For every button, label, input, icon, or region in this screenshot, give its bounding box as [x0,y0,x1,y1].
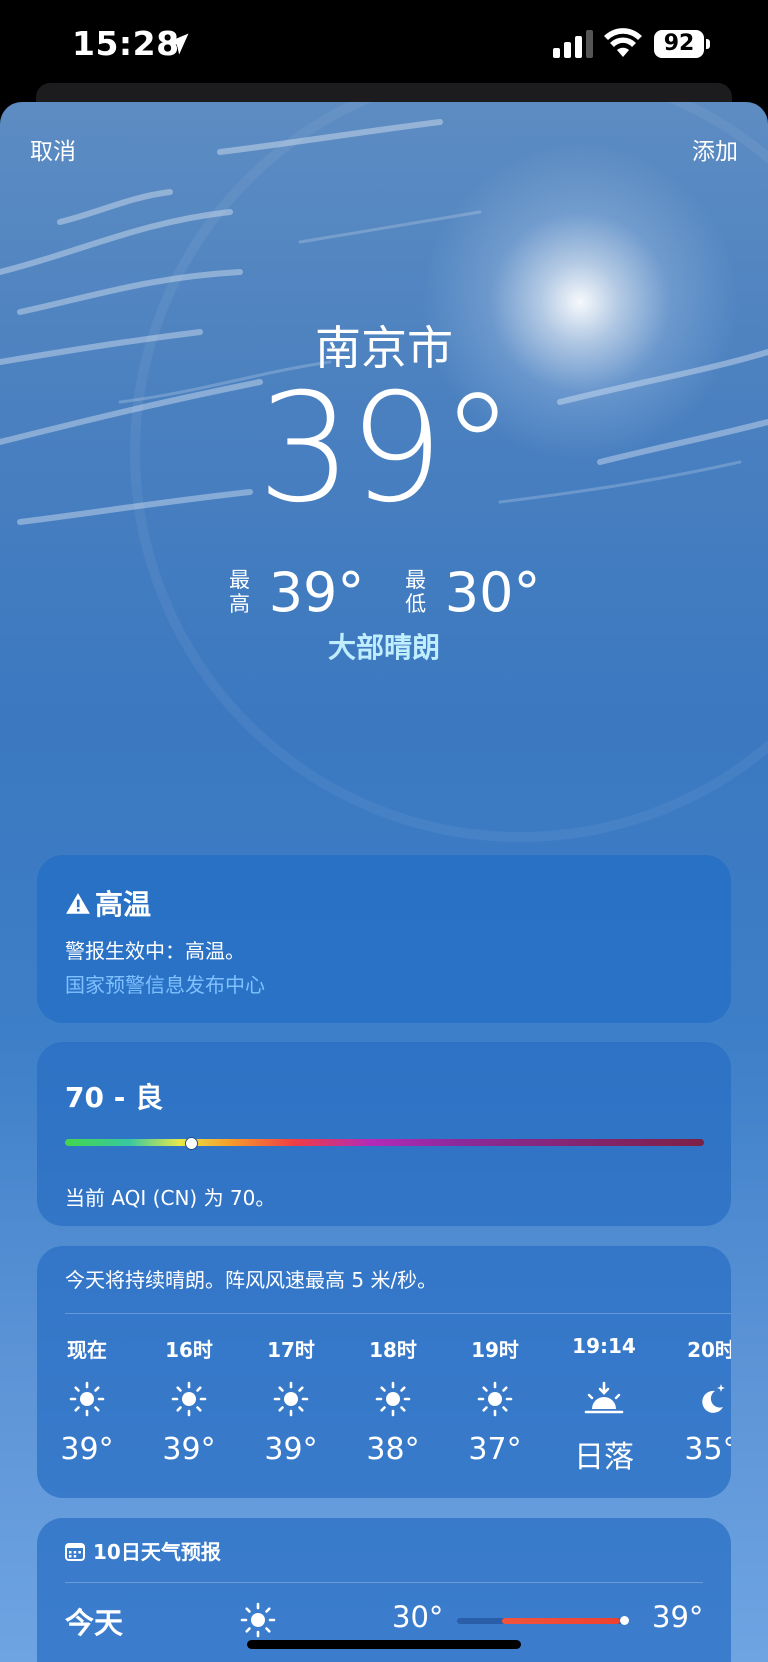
divider [65,1582,703,1583]
low-temp: 30° [444,560,541,624]
aqi-scale-bar [65,1139,704,1146]
hour-item: 19:14 日落 [554,1334,654,1476]
location-arrow-icon [167,33,189,55]
sun-icon [37,1374,137,1424]
sunset-icon [554,1374,654,1424]
hour-item: 17时 39° [241,1334,341,1467]
hour-label: 现在 [67,1338,107,1362]
sun-icon [139,1374,239,1424]
hour-item: 16时 39° [139,1334,239,1467]
forecast-high: 39° [652,1600,704,1634]
battery-tip [706,39,710,49]
divider [65,1313,731,1314]
cancel-button[interactable]: 取消 [30,132,76,166]
hourly-summary: 今天将持续晴朗。阵风风速最高 5 米/秒。 [65,1268,438,1292]
low-label: 最低 [405,568,427,617]
hour-temp: 35° [684,1432,731,1467]
moon-star-icon [661,1374,731,1424]
hour-label: 19:14 [572,1334,636,1358]
alert-card[interactable]: 高温 警报生效中：高温。 国家预警信息发布中心 [37,855,731,1023]
hour-label: 16时 [165,1338,213,1362]
weather-sheet: 取消 添加 南京市 39° 最高 39° 最低 30° 大部晴朗 高温 警报生效… [0,102,768,1662]
hour-label: 19时 [471,1338,519,1362]
hour-temp: 37° [468,1432,522,1467]
alert-text: 警报生效中：高温。 [65,939,245,963]
high-label: 最高 [229,568,251,617]
warning-icon [66,893,90,914]
hour-item: 现在 39° [37,1334,137,1467]
high-temp: 39° [268,560,365,624]
alert-title: 高温 [65,883,151,923]
sun-icon [241,1374,341,1424]
sun-icon [445,1374,545,1424]
temperature-range-bar [457,1616,629,1625]
hour-temp: 39° [162,1432,216,1467]
calendar-icon [65,1543,85,1561]
aqi-description: 当前 AQI (CN) 为 70。 [65,1186,276,1210]
status-bar: 15:28 92 [0,0,768,95]
battery-indicator: 92 [654,30,710,58]
add-button[interactable]: 添加 [692,132,738,166]
aqi-card[interactable]: 70 - 良 当前 AQI (CN) 为 70。 [37,1042,731,1226]
wifi-icon [604,28,642,57]
hour-item: 19时 37° [445,1334,545,1467]
sunset-label: 日落 [574,1440,634,1475]
hour-item: 20时 35° [661,1334,731,1467]
temperature-range-fill [502,1618,620,1624]
alert-title-text: 高温 [95,888,152,921]
battery-level: 92 [654,30,704,58]
home-indicator[interactable] [247,1640,521,1649]
sun-icon [343,1374,443,1424]
hour-temp: 39° [60,1432,114,1467]
hour-temp: 38° [366,1432,420,1467]
alert-source-link[interactable]: 国家预警信息发布中心 [65,969,265,998]
hour-label: 20时 [687,1338,731,1362]
hour-item: 18时 38° [343,1334,443,1467]
high-low-temps: 最高 39° 最低 30° [0,557,768,624]
current-temp-dot [620,1616,629,1625]
hour-temp: 39° [264,1432,318,1467]
aqi-title: 70 - 良 [65,1081,164,1114]
hour-label: 18时 [369,1338,417,1362]
current-temperature: 39° [257,362,515,536]
cellular-signal-icon [553,30,593,58]
aqi-indicator-dot [185,1137,198,1150]
forecast-title-text: 10日天气预报 [93,1540,221,1564]
sun-icon [240,1602,276,1638]
forecast-day: 今天 [65,1606,124,1640]
hourly-forecast-card[interactable]: 今天将持续晴朗。阵风风速最高 5 米/秒。 现在 39° 16时 39° 17时… [37,1246,731,1498]
hour-label: 17时 [267,1338,315,1362]
forecast-title: 10日天气预报 [65,1536,221,1565]
weather-condition: 大部晴朗 [327,631,440,664]
forecast-low: 30° [392,1600,444,1634]
